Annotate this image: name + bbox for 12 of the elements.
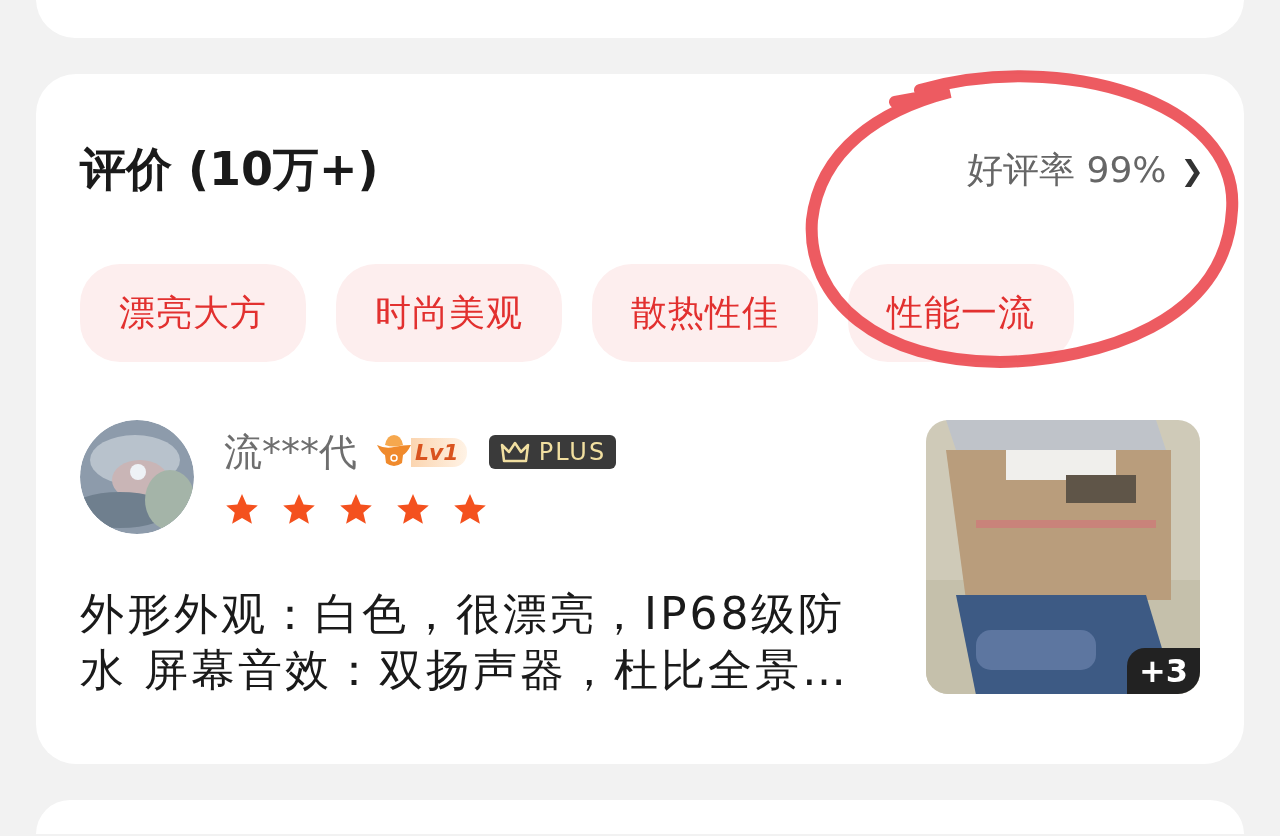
tag-chip[interactable]: 性能一流 — [848, 264, 1074, 362]
tag-chip[interactable]: 时尚美观 — [336, 264, 562, 362]
more-photos-count[interactable]: +3 — [1126, 648, 1200, 694]
level-label: Lv1 — [411, 437, 467, 467]
member-label: PLUS — [538, 438, 607, 466]
rating-link[interactable]: 好评率 99% ❯ — [967, 145, 1204, 195]
crown-icon — [498, 440, 531, 464]
section-title: 评价 (10万+) — [80, 141, 379, 198]
user-name: 流***代 — [224, 428, 357, 476]
review-text: 外形外观：白色，很漂亮，IP68级防水 屏幕音效：双扬声器，杜比全景… — [80, 587, 850, 697]
tag-chip[interactable]: 散热性佳 — [592, 264, 818, 362]
tag-chip[interactable]: 漂亮大方 — [80, 264, 306, 362]
